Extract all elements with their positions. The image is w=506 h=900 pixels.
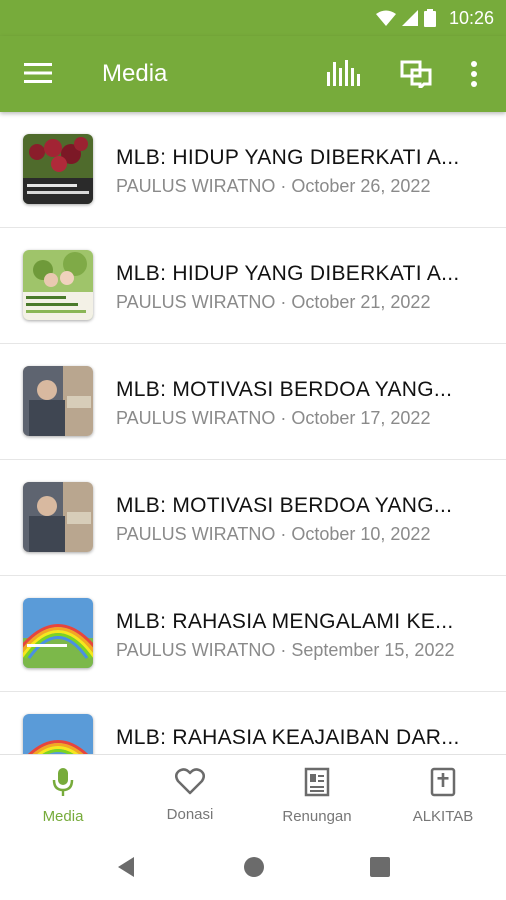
system-navigation-bar	[0, 834, 506, 900]
item-title: MLB: MOTIVASI BERDOA YANG...	[116, 494, 453, 517]
nav-label: ALKITAB	[412, 808, 474, 825]
item-title: MLB: HIDUP YANG DIBERKATI A...	[116, 262, 460, 285]
back-icon[interactable]	[116, 856, 136, 878]
list-item[interactable]: MLB: MOTIVASI BERDOA YANG... PAULUS WIRA…	[0, 344, 506, 460]
item-meta: PAULUS WIRATNO · October 17, 2022	[116, 408, 431, 428]
thumbnail-image	[23, 134, 93, 204]
item-title: MLB: RAHASIA KEAJAIBAN DAR...	[116, 726, 460, 749]
item-meta: PAULUS WIRATNO · September 15, 2022	[116, 640, 455, 660]
thumbnail-image	[23, 250, 93, 320]
status-bar: 10:26	[0, 0, 506, 36]
recents-icon[interactable]	[369, 856, 391, 878]
item-meta: PAULUS WIRATNO · October 26, 2022	[116, 176, 431, 196]
list-item[interactable]: MLB: HIDUP YANG DIBERKATI A... PAULUS WI…	[0, 228, 506, 344]
list-item[interactable]: MLB: MOTIVASI BERDOA YANG... PAULUS WIRA…	[0, 460, 506, 576]
thumbnail-image	[23, 482, 93, 552]
item-title: MLB: MOTIVASI BERDOA YANG...	[116, 378, 453, 401]
status-icons	[376, 9, 436, 27]
bible-icon	[430, 767, 456, 797]
nav-label: Donasi	[166, 806, 214, 823]
bottom-navigation: Media Donasi Renungan ALKITAB	[0, 754, 506, 835]
list-item[interactable]: MLB: RAHASIA KEAJAIBAN DAR...	[0, 692, 506, 754]
app-bar: Media	[0, 36, 506, 112]
microphone-icon	[52, 768, 74, 796]
thumbnail-image	[23, 598, 93, 668]
nav-label: Renungan	[282, 808, 352, 825]
item-title: MLB: RAHASIA MENGALAMI KE...	[116, 610, 454, 633]
nav-donasi[interactable]: Donasi	[130, 767, 250, 823]
nav-media[interactable]: Media	[3, 767, 123, 825]
equalizer-icon[interactable]	[326, 58, 360, 93]
home-icon[interactable]	[243, 856, 265, 878]
newspaper-icon	[304, 767, 330, 797]
more-vert-icon[interactable]	[470, 60, 478, 93]
item-meta: PAULUS WIRATNO · October 21, 2022	[116, 292, 431, 312]
thumbnail-image	[23, 366, 93, 436]
list-item[interactable]: MLB: HIDUP YANG DIBERKATI A... PAULUS WI…	[0, 112, 506, 228]
wifi-icon	[376, 10, 396, 26]
media-list: MLB: HIDUP YANG DIBERKATI A... PAULUS WI…	[0, 112, 506, 754]
heart-icon	[175, 768, 205, 795]
page-title: Media	[102, 60, 168, 87]
item-meta: PAULUS WIRATNO · October 10, 2022	[116, 524, 431, 544]
battery-icon	[424, 9, 436, 27]
thumbnail-image	[23, 714, 93, 754]
signal-icon	[402, 10, 418, 26]
item-title: MLB: HIDUP YANG DIBERKATI A...	[116, 146, 460, 169]
nav-alkitab[interactable]: ALKITAB	[383, 767, 503, 825]
list-item[interactable]: MLB: RAHASIA MENGALAMI KE... PAULUS WIRA…	[0, 576, 506, 692]
menu-icon[interactable]	[24, 62, 52, 89]
nav-label: Media	[42, 808, 84, 825]
status-time: 10:26	[448, 8, 494, 28]
chat-icon[interactable]	[400, 60, 432, 93]
nav-renungan[interactable]: Renungan	[257, 767, 377, 825]
